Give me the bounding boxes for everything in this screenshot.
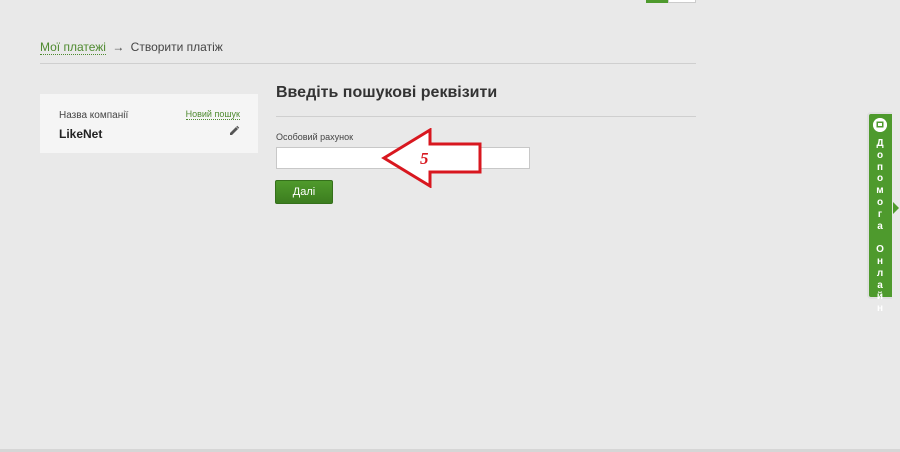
pencil-icon[interactable] (228, 125, 240, 137)
company-card: Назва компанії LikeNet Новий пошук (40, 94, 258, 153)
help-letter: й (876, 291, 884, 303)
divider (40, 63, 696, 64)
top-tab-stub (646, 0, 696, 3)
help-letter: о (876, 196, 884, 208)
help-letter: л (876, 267, 884, 279)
help-letter: о (876, 173, 884, 185)
help-letter: г (877, 208, 883, 220)
help-letter: О (876, 244, 884, 256)
breadcrumb-arrow: → (112, 40, 125, 54)
help-letter: м (876, 185, 884, 197)
chat-icon (873, 118, 887, 132)
breadcrumb-my-payments-link[interactable]: Мої платежі (40, 40, 106, 55)
help-online-tab[interactable]: Допомога Онлайн (867, 112, 899, 314)
company-name: LikeNet (59, 127, 103, 141)
help-letter: н (876, 303, 884, 315)
form-divider (276, 116, 696, 117)
help-letter: Д (876, 138, 884, 149)
red-arrow-icon: 5 (381, 127, 482, 189)
breadcrumb: Мої платежі → Створити платіж (40, 40, 223, 55)
top-tab-active[interactable] (646, 0, 668, 3)
top-tab-inactive[interactable] (668, 0, 696, 3)
help-letter: н (876, 255, 884, 267)
help-letter: а (877, 220, 883, 232)
new-search-link[interactable]: Новий пошук (185, 109, 240, 120)
help-letter: а (877, 279, 883, 291)
next-button[interactable]: Далі (275, 180, 333, 204)
help-letter: о (876, 149, 884, 161)
annotation-arrow: 5 (380, 127, 484, 189)
form-title: Введіть пошукові реквізити (276, 84, 498, 101)
breadcrumb-current: Створити платіж (130, 40, 223, 54)
help-online-label: Допомога Онлайн (872, 138, 888, 315)
annotation-number: 5 (420, 149, 429, 168)
help-tab-tip (893, 202, 899, 214)
account-field-label: Особовий рахунок (276, 132, 354, 142)
help-letter (879, 232, 882, 244)
help-letter: п (876, 161, 884, 173)
